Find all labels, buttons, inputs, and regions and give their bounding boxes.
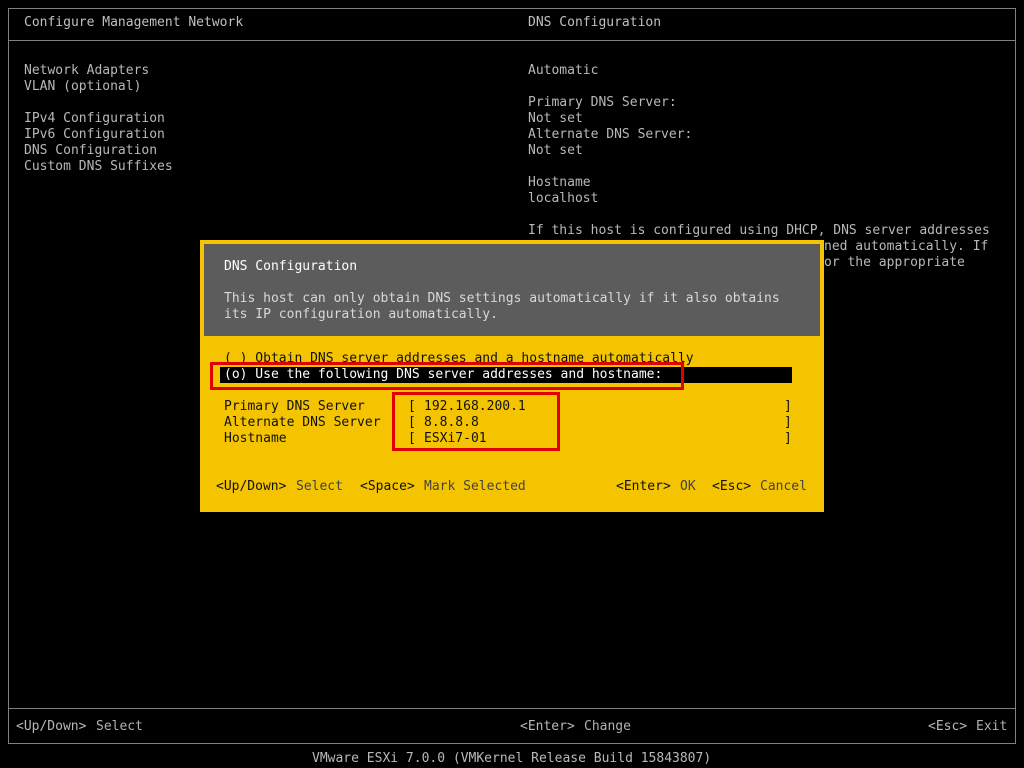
dialog-space-key: <Space> [360,479,415,494]
highlight-box-option [210,362,684,390]
highlight-box-fields [392,392,560,451]
alternate-dns-label: Alternate DNS Server: [528,127,693,142]
menu-item-dns-suffixes[interactable]: Custom DNS Suffixes [24,159,173,175]
primary-dns-value: Not set [528,111,583,126]
hostname-right-bracket: ] [784,431,792,446]
info-text-line1: If this host is configured using DHCP, D… [528,223,990,238]
menu-item-ipv4[interactable]: IPv4 Configuration [24,111,165,127]
info-text-line3: or the appropriate [824,255,965,270]
left-panel-title: Configure Management Network [24,15,244,30]
dialog-header: DNS Configuration This host can only obt… [204,244,820,336]
menu-item-ipv6[interactable]: IPv6 Configuration [24,127,165,143]
dialog-esc-key[interactable]: <Esc> [712,479,751,495]
dialog-title: DNS Configuration [224,259,358,274]
footer-updown-key: <Up/Down> [16,719,87,734]
build-info: VMware ESXi 7.0.0 (VMKernel Release Buil… [312,751,712,766]
menu-item-dns[interactable]: DNS Configuration [24,143,157,159]
dialog-space-action: Mark Selected [424,479,526,494]
dialog-updown-action: Select [296,479,343,494]
footer-updown-action: Select [96,719,143,734]
dialog-enter-key[interactable]: <Enter> [616,479,671,495]
dialog-updown-key: <Up/Down> [216,479,287,494]
alternate-dns-field-label: Alternate DNS Server [224,415,381,430]
header-divider [8,40,1016,41]
alternate-dns-value: Not set [528,143,583,158]
hostname-value: localhost [528,191,599,206]
footer-divider [8,708,1016,709]
dns-mode: Automatic [528,63,599,78]
primary-dns-label: Primary DNS Server: [528,95,677,110]
right-panel-title: DNS Configuration [528,15,662,30]
footer-enter-action: Change [584,719,631,734]
hostname-label: Hostname [528,175,591,190]
footer-enter-key: <Enter> [520,719,575,734]
alternate-dns-right-bracket: ] [784,415,792,430]
primary-dns-field-label: Primary DNS Server [224,399,365,414]
dialog-cancel-button[interactable]: Cancel [760,479,807,495]
primary-dns-right-bracket: ] [784,399,792,414]
dialog-message-line2: its IP configuration automatically. [224,307,498,322]
dialog-message-line1: This host can only obtain DNS settings a… [224,291,780,306]
dialog-ok-button[interactable]: OK [680,479,696,495]
footer-esc-key: <Esc> [928,719,968,734]
info-text-line2: ned automatically. If [824,239,989,254]
menu-item-vlan[interactable]: VLAN (optional) [24,79,141,95]
menu-item-network-adapters[interactable]: Network Adapters [24,63,149,79]
hostname-field-label: Hostname [224,431,287,446]
footer-esc-action: Exit [976,719,1008,734]
